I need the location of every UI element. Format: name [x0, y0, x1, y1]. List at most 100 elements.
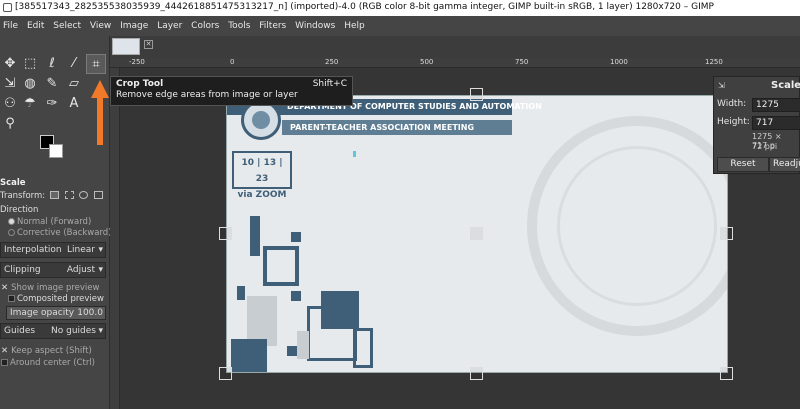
handle-bottom-left[interactable] [219, 367, 232, 380]
date-box: 10 | 13 | 23 via ZOOM [232, 151, 292, 200]
guides-select[interactable]: Guides No guides ▾ [0, 323, 106, 339]
fuzzy-select-tool-icon[interactable]: ⁄ [64, 54, 84, 74]
event-platform: via ZOOM [237, 190, 287, 200]
crop-tool-icon[interactable]: ⌗ [86, 54, 106, 74]
menu-windows[interactable]: Windows [292, 16, 338, 36]
scale-dialog: ⇲ Scale Width: 1275 Height: 717 1275 × 7… [713, 76, 800, 174]
deco-square [353, 328, 373, 368]
path-tool-icon[interactable]: ✑ [42, 94, 62, 114]
window-title: [385517343_282535538035939_4442618851475… [15, 2, 714, 12]
guides-label: Guides [4, 326, 36, 336]
zoom-tool-icon[interactable]: ⚲ [0, 114, 20, 134]
transform-layer-icon[interactable] [49, 191, 59, 199]
menu-layer[interactable]: Layer [154, 16, 185, 36]
interpolation-select[interactable]: Interpolation Linear ▾ [0, 242, 106, 258]
transform-path-icon[interactable] [79, 191, 89, 199]
move-tool-icon[interactable]: ✥ [0, 54, 20, 74]
composited-preview-checkbox[interactable] [8, 295, 15, 302]
deco-square [291, 232, 301, 242]
ruler-mark: 1250 [705, 58, 723, 66]
checkmark-icon[interactable]: ✕ [1, 346, 8, 356]
deco-square [307, 306, 357, 361]
clipping-label: Clipping [4, 265, 41, 275]
radio-corrective[interactable] [8, 229, 15, 236]
deco-square [263, 246, 299, 286]
menu-filters[interactable]: Filters [256, 16, 289, 36]
clone-tool-icon[interactable]: ⚇ [0, 94, 20, 114]
resolution-info: 72 ppi [752, 142, 778, 151]
handle-left[interactable] [219, 227, 232, 240]
menu-bar: File Edit Select View Image Layer Colors… [0, 16, 800, 36]
reset-button[interactable]: Reset [717, 157, 769, 172]
menu-view[interactable]: View [87, 16, 114, 36]
rect-select-tool-icon[interactable]: ⬚ [20, 54, 40, 74]
tool-options-title: Scale [0, 178, 26, 188]
radio-normal[interactable] [8, 218, 15, 225]
deco-square [250, 216, 260, 256]
keep-aspect-option[interactable]: ✕ Keep aspect (Shift) [0, 346, 108, 356]
seal-inner-ring [557, 146, 717, 306]
horizontal-ruler[interactable]: -250 0 250 500 750 1000 1250 [110, 58, 800, 68]
direction-corrective-label: Corrective (Backward) [17, 228, 112, 238]
show-preview-label: Show image preview [11, 283, 100, 293]
bucket-fill-tool-icon[interactable]: ◍ [20, 74, 40, 94]
composited-preview-label: Composited preview [17, 294, 104, 304]
direction-label: Direction [0, 205, 39, 215]
readjust-button[interactable]: Readjust [769, 157, 800, 172]
chevron-down-icon: ▾ [98, 265, 103, 275]
cyan-mark [353, 151, 356, 157]
width-input[interactable]: 1275 [752, 98, 800, 112]
interpolation-label: Interpolation [4, 245, 62, 255]
menu-file[interactable]: File [0, 16, 21, 36]
department-logo-icon [241, 100, 281, 140]
direction-normal-option[interactable]: Normal (Forward) [0, 217, 108, 227]
deco-square [231, 339, 267, 372]
handle-bottom[interactable] [470, 367, 483, 380]
height-label: Height: [717, 117, 750, 127]
scale-dialog-icon: ⇲ [718, 81, 725, 90]
vertical-ruler[interactable] [110, 68, 120, 409]
ruler-mark: 500 [420, 58, 434, 66]
close-icon[interactable]: ✕ [144, 40, 153, 49]
show-preview-option[interactable]: ✕ Show image preview [0, 283, 108, 293]
image-opacity-label: Image opacity [10, 308, 75, 318]
around-center-checkbox[interactable] [1, 359, 8, 366]
image-tab-strip [110, 36, 800, 58]
menu-help[interactable]: Help [341, 16, 368, 36]
menu-select[interactable]: Select [50, 16, 84, 36]
direction-corrective-option[interactable]: Corrective (Backward) [0, 228, 112, 238]
chevron-down-icon: ▾ [98, 245, 103, 255]
smudge-tool-icon[interactable]: ☂ [20, 94, 40, 114]
text-tool-icon[interactable]: A [64, 94, 84, 114]
handle-bottom-right[interactable] [720, 367, 733, 380]
checkmark-icon[interactable]: ✕ [1, 283, 8, 293]
event-date: 10 | 13 | 23 [241, 158, 283, 184]
composited-preview-option[interactable]: Composited preview [0, 294, 108, 304]
menu-edit[interactable]: Edit [24, 16, 47, 36]
keep-aspect-label: Keep aspect (Shift) [11, 346, 92, 356]
chevron-down-icon: ▾ [98, 326, 103, 336]
menu-image[interactable]: Image [117, 16, 151, 36]
paintbrush-tool-icon[interactable]: ✎ [42, 74, 62, 94]
transform-selection-icon[interactable] [64, 191, 74, 199]
clipping-select[interactable]: Clipping Adjust ▾ [0, 262, 106, 278]
pivot-handle[interactable] [470, 227, 483, 240]
background-color-swatch[interactable] [49, 144, 63, 158]
clipping-value: Adjust [66, 265, 95, 275]
lasso-tool-icon[interactable]: ℓ [42, 54, 62, 74]
around-center-option[interactable]: Around center (Ctrl) [0, 358, 108, 368]
handle-right[interactable] [720, 227, 733, 240]
height-input[interactable]: 717 [752, 116, 800, 130]
transform-image-icon[interactable] [93, 191, 103, 199]
scale-tool-icon[interactable]: ⇲ [0, 74, 20, 94]
image-header-line2: PARENT-TEACHER ASSOCIATION MEETING [282, 120, 512, 135]
menu-colors[interactable]: Colors [188, 16, 222, 36]
deco-square [297, 331, 309, 359]
image-opacity-slider[interactable]: Image opacity 100.0 [6, 306, 106, 320]
direction-normal-label: Normal (Forward) [17, 217, 92, 227]
eraser-tool-icon[interactable]: ▱ [64, 74, 84, 94]
image-opacity-value: 100.0 [77, 308, 103, 318]
image-tab-thumbnail[interactable] [112, 38, 140, 55]
menu-tools[interactable]: Tools [225, 16, 253, 36]
handle-top[interactable] [470, 88, 483, 101]
